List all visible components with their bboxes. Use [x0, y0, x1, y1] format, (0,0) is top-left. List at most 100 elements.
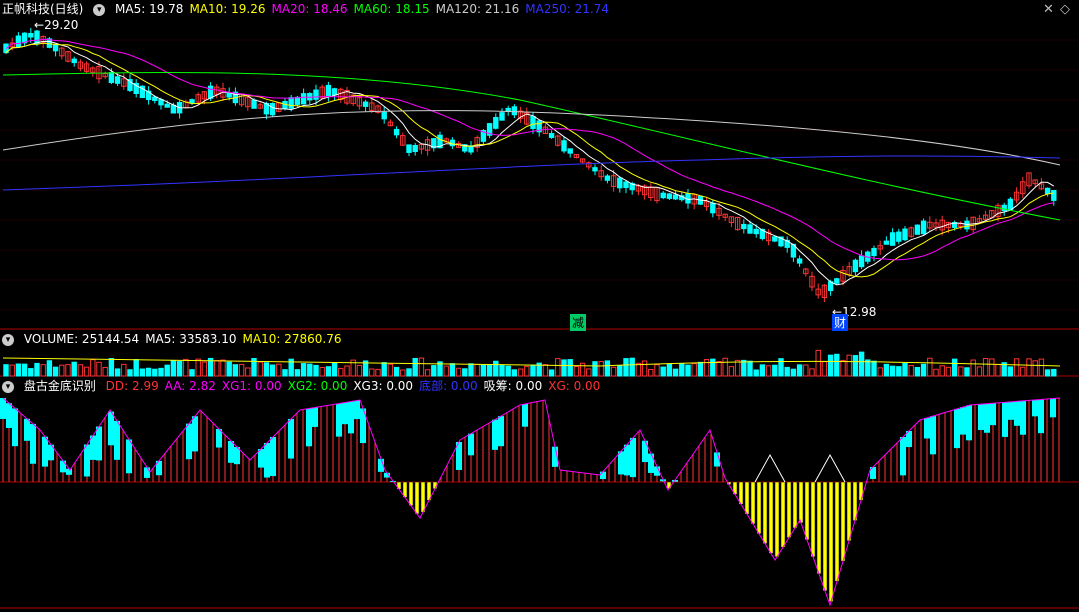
indicator-yellow-bar: [750, 481, 756, 525]
volume-bar: [127, 369, 133, 377]
candle-body: [269, 102, 276, 116]
volume-bar: [641, 360, 648, 377]
candle-body: [313, 89, 319, 100]
volume-bar: [1038, 358, 1045, 377]
volume-bar: [145, 367, 152, 377]
volume-bar: [865, 359, 871, 377]
candle-body: [666, 193, 673, 199]
candle-body: [672, 194, 679, 200]
candle-body: [226, 92, 232, 98]
volume-bar: [108, 358, 115, 377]
indicator-title: 盘古金底识别: [23, 379, 96, 393]
volume-bar: [34, 362, 40, 377]
volume-bar: [635, 362, 642, 377]
volume-bar: [77, 364, 84, 377]
candle-body: [114, 76, 121, 84]
indicator-cyan-bar: [966, 405, 972, 441]
indicator-cyan-bar: [60, 460, 66, 473]
candle-body: [28, 33, 34, 38]
volume-bar: [679, 363, 685, 377]
diamond-icon[interactable]: ◇: [1060, 2, 1070, 17]
volume-bar: [121, 363, 127, 377]
candle-body: [493, 117, 499, 129]
ind-legend-7: XG: 0.00: [548, 379, 601, 393]
ma-legend-0: MA5: 19.78: [115, 2, 184, 16]
indicator-cyan-bar: [66, 468, 72, 475]
volume-bar: [586, 368, 592, 377]
chevron-down-icon[interactable]: ▾: [2, 380, 14, 393]
indicator-yellow-bar: [738, 481, 744, 505]
ma-legend-5: MA250: 21.74: [525, 2, 609, 16]
candle-body: [858, 255, 865, 268]
indicator-white-peaks: [754, 453, 846, 483]
volume-bar: [598, 361, 604, 377]
chevron-down-icon[interactable]: ▾: [2, 333, 14, 346]
indicator-cyan-bar: [288, 419, 294, 459]
indicator-yellow-bar: [822, 481, 828, 592]
volume-bar: [381, 362, 387, 377]
volume-bar: [982, 358, 989, 377]
volume-bar: [90, 359, 96, 377]
volume-bar: [257, 361, 263, 377]
volume-bar: [245, 367, 251, 377]
vol-legend-2: MA10: 27860.76: [242, 332, 342, 346]
candle-body: [548, 133, 555, 138]
volume-bar: [424, 369, 431, 377]
indicator-cyan-bar: [126, 439, 132, 474]
volume-bar: [716, 361, 722, 377]
indicator-cyan-bar: [600, 471, 606, 480]
indicator-yellow-bar: [858, 481, 864, 501]
candle-body: [34, 30, 40, 45]
close-icon[interactable]: ✕: [1043, 2, 1054, 17]
volume-bar: [40, 364, 46, 377]
indicator-cyan-bar: [642, 440, 648, 463]
candle-body: [747, 224, 753, 234]
chevron-down-icon[interactable]: ▾: [93, 3, 106, 16]
volume-bar: [914, 366, 921, 377]
volume-bar: [375, 368, 381, 377]
ma5-line: [5, 40, 1055, 286]
volume-bar: [238, 363, 245, 377]
indicator-cyan-bar: [228, 441, 234, 463]
volume-bar: [765, 365, 772, 377]
volume-bar: [902, 362, 908, 377]
volume-bar: [263, 362, 270, 377]
candle-body: [1044, 187, 1051, 195]
volume-bar: [1026, 358, 1032, 377]
candle-body: [251, 99, 257, 109]
volume-bar: [338, 367, 344, 377]
volume-bar: [400, 369, 406, 377]
indicator-cyan-bar: [930, 416, 936, 455]
indicator-cyan-bar: [264, 443, 270, 478]
indicator-cyan-bar: [42, 436, 48, 467]
volume-bar: [46, 360, 53, 377]
indicator-cyan-bar: [492, 419, 498, 450]
candle-body: [511, 106, 518, 116]
volume-bar: [214, 360, 220, 377]
volume-bar: [226, 361, 232, 377]
indicator-cyan-bar: [186, 423, 192, 460]
volume-bar: [387, 363, 394, 377]
candle-body: [896, 231, 902, 242]
volume-bar: [1007, 366, 1014, 377]
indicator-yellow-bar: [840, 481, 846, 562]
volume-bar: [152, 368, 158, 377]
volume-bar: [846, 354, 852, 377]
volume-bar: [741, 359, 747, 377]
volume-bar: [840, 359, 846, 377]
volume-bar: [648, 368, 654, 377]
indicator-yellow-bar: [414, 481, 420, 515]
volume-bar: [567, 359, 573, 377]
volume-bar: [189, 369, 195, 377]
indicator-yellow-bar: [792, 481, 798, 529]
volume-bar: [970, 359, 976, 377]
volume-bar: [939, 365, 945, 377]
volume-bar: [455, 367, 462, 377]
volume-bar: [356, 364, 363, 377]
indicator-yellow-bar: [780, 481, 786, 548]
volume-bar: [555, 358, 561, 377]
volume-bar: [319, 366, 325, 377]
volume-bar: [1020, 366, 1026, 377]
volume-bar: [65, 364, 71, 377]
ma-legend-3: MA60: 18.15: [353, 2, 430, 16]
